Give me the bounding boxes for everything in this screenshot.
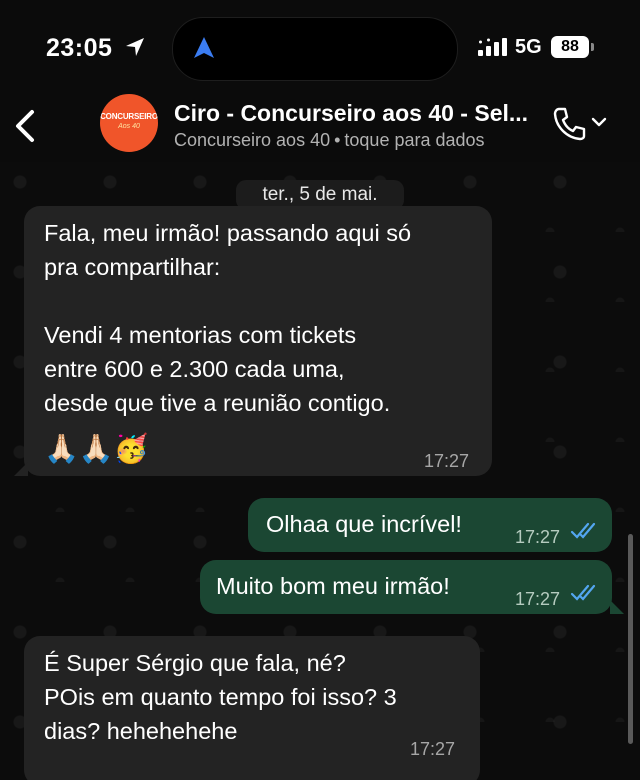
chat-header: CONCURSEIRO Aos 40 Ciro - Concurseiro ao…	[0, 90, 640, 162]
phone-call-icon[interactable]	[552, 106, 586, 142]
chat-subtitle-name: Concurseiro aos 40	[174, 130, 331, 150]
chat-area[interactable]: ter., 5 de mai. Fala, meu irmão! passand…	[0, 162, 640, 780]
message-text: É Super Sérgio que fala, né? POis em qua…	[44, 650, 397, 744]
scrollbar[interactable]	[628, 534, 633, 744]
read-receipt-icon	[570, 584, 596, 601]
battery-indicator: 88	[551, 36, 589, 58]
avatar-logo-subtext: Aos 40	[118, 123, 140, 130]
emoji-reaction: 🙏🏻🙏🏻🥳	[44, 432, 149, 466]
battery-tip	[591, 43, 594, 51]
network-type: 5G	[515, 36, 542, 58]
message-text: Olhaa que incrível!	[266, 511, 462, 537]
back-chevron-icon[interactable]	[12, 108, 40, 144]
message-time: 17:27	[515, 589, 561, 609]
chat-subtitle-hint: toque para dados	[344, 130, 485, 150]
chevron-down-icon[interactable]	[591, 116, 607, 128]
signal-icon	[478, 38, 507, 56]
message-time: 17:27	[424, 451, 470, 471]
chat-title[interactable]: Ciro - Concurseiro aos 40 - Sel...	[174, 100, 528, 127]
chat-subtitle[interactable]: Concurseiro aos 40 • toque para dados	[174, 130, 485, 151]
message-bubble-incoming[interactable]: Fala, meu irmão! passando aqui só pra co…	[24, 206, 492, 476]
message-bubble-incoming[interactable]: É Super Sérgio que fala, né? POis em qua…	[24, 636, 480, 780]
read-receipt-icon	[570, 522, 596, 539]
avatar-logo-text: CONCURSEIRO	[100, 112, 158, 121]
message-time: 17:27	[515, 527, 561, 547]
navigation-arrow-icon	[194, 37, 214, 58]
status-bar: 23:05 5G 88	[0, 0, 640, 90]
message-bubble-outgoing[interactable]: Muito bom meu irmão! 17:27	[200, 560, 612, 614]
emoji-text: 🙏🏻🙏🏻🥳	[44, 433, 149, 464]
bubble-tail	[14, 462, 28, 476]
separator-dot: •	[334, 130, 341, 150]
message-text: Muito bom meu irmão!	[216, 573, 450, 599]
dynamic-island	[172, 17, 458, 81]
message-bubble-outgoing[interactable]: Olhaa que incrível! 17:27	[248, 498, 612, 552]
status-time: 23:05	[46, 34, 113, 62]
bubble-tail	[610, 600, 624, 614]
location-arrow-icon	[126, 38, 144, 56]
message-time: 17:27	[410, 739, 456, 759]
avatar[interactable]: CONCURSEIRO Aos 40	[100, 94, 158, 152]
message-text: Fala, meu irmão! passando aqui só pra co…	[44, 220, 412, 416]
